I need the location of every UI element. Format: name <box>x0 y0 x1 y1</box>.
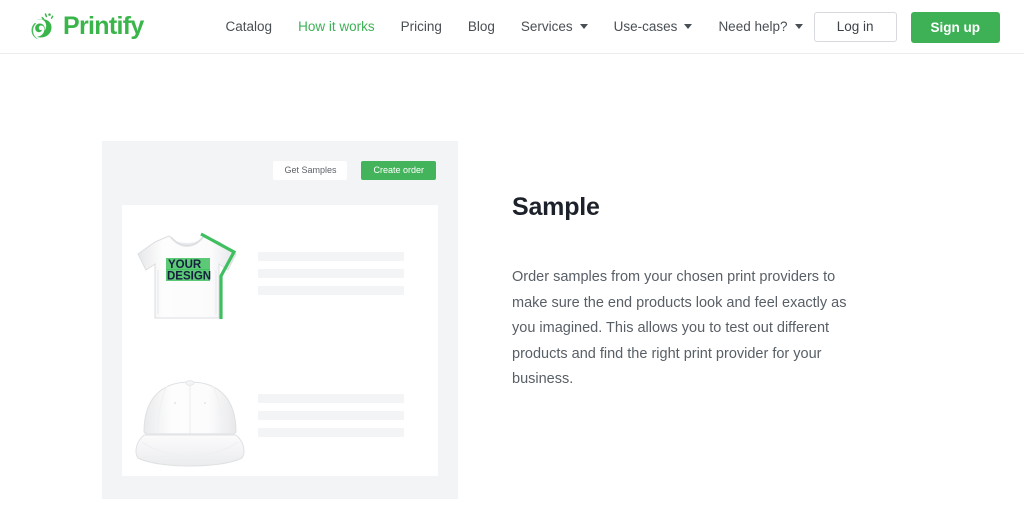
nav-label: Catalog <box>225 18 273 34</box>
create-order-button[interactable]: Create order <box>361 161 436 180</box>
placeholder-bar <box>258 410 404 420</box>
mock-toolbar: Get Samples Create order <box>273 161 436 180</box>
tshirt-detail-placeholders <box>258 251 438 295</box>
placeholder-bar <box>258 427 404 437</box>
nav-item-services[interactable]: Services <box>508 0 601 54</box>
nav-label: Pricing <box>400 18 442 34</box>
svg-text:DESIGN: DESIGN <box>167 271 211 283</box>
mock-product-list-card: YOUR DESIGN <box>122 205 438 476</box>
placeholder-bar <box>258 268 404 278</box>
nav-label: Blog <box>467 18 495 34</box>
nav-item-need-help[interactable]: Need help? <box>705 0 815 54</box>
login-button[interactable]: Log in <box>813 12 897 42</box>
list-item[interactable]: YOUR DESIGN <box>122 213 438 333</box>
chevron-down-icon <box>794 24 803 29</box>
nav-label: Services <box>520 18 573 34</box>
get-samples-button[interactable]: Get Samples <box>273 161 348 180</box>
logo-text: Printify <box>63 12 144 40</box>
placeholder-bar <box>258 393 404 403</box>
nav-item-how-it-works[interactable]: How it works <box>285 0 388 54</box>
printify-leaf-icon <box>31 12 57 42</box>
nav-label: Need help? <box>718 18 788 34</box>
feature-copy: Sample Order samples from your chosen pr… <box>512 193 892 393</box>
chevron-down-icon <box>579 24 588 29</box>
header-actions: Log in Sign up <box>813 0 1000 54</box>
placeholder-bar <box>258 285 404 295</box>
nav-label: How it works <box>298 18 375 34</box>
page-title: Sample <box>512 193 600 221</box>
main-navigation: Catalog How it works Pricing Blog Servic… <box>213 0 816 54</box>
tshirt-design-print: YOUR DESIGN <box>166 258 211 283</box>
nav-item-blog[interactable]: Blog <box>455 0 508 54</box>
mock-app-panel: Get Samples Create order YOUR DESIGN <box>102 141 458 499</box>
feature-description: Order samples from your chosen print pro… <box>512 269 847 387</box>
svg-text:YOUR: YOUR <box>168 259 202 271</box>
main-content: Get Samples Create order YOUR DESIGN Sam… <box>0 54 1024 515</box>
signup-button[interactable]: Sign up <box>910 11 1000 43</box>
chevron-down-icon <box>684 24 693 29</box>
cap-detail-placeholders <box>258 393 438 437</box>
list-item[interactable] <box>122 355 438 475</box>
nav-item-pricing[interactable]: Pricing <box>388 0 455 54</box>
cap-thumbnail[interactable] <box>122 356 258 474</box>
nav-label: Use-cases <box>613 18 678 34</box>
nav-item-catalog[interactable]: Catalog <box>213 0 286 54</box>
printify-logo[interactable]: Printify <box>31 12 144 42</box>
tshirt-thumbnail[interactable]: YOUR DESIGN <box>122 214 258 332</box>
nav-item-use-cases[interactable]: Use-cases <box>601 0 706 54</box>
site-header: Printify Catalog How it works Pricing Bl… <box>0 0 1024 54</box>
placeholder-bar <box>258 251 404 261</box>
